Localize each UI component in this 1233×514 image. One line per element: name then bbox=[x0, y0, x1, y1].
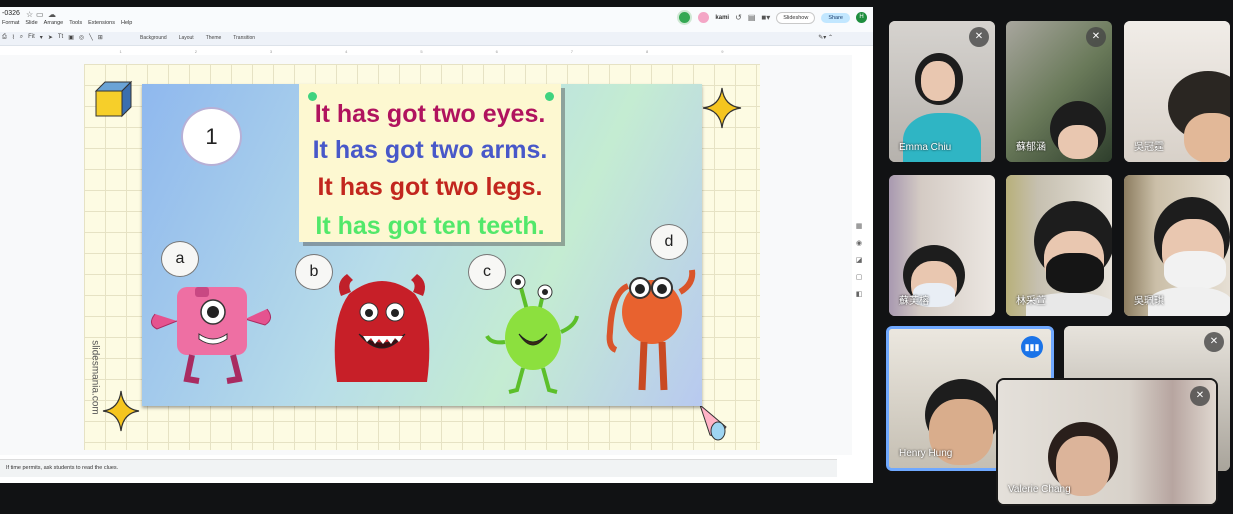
clue-teeth: It has got ten teeth. bbox=[315, 212, 545, 240]
menu-format[interactable]: Format bbox=[2, 20, 19, 26]
speaker-notes-text: If time permits, ask students to read th… bbox=[6, 465, 119, 471]
participant-tile[interactable]: 蘇芙榕 bbox=[889, 175, 995, 316]
share-button[interactable]: Share bbox=[821, 12, 850, 23]
toolbar-collapse: ✎▾ ⌃ bbox=[818, 34, 833, 41]
clue-card[interactable]: It has got two eyes. It has got two arms… bbox=[299, 84, 561, 242]
clue-eyes: It has got two eyes. bbox=[314, 100, 546, 128]
participant-name: 吳珮琪 bbox=[1134, 296, 1164, 307]
collaborator-avatar[interactable] bbox=[698, 12, 710, 23]
transition-button[interactable]: Transition bbox=[233, 35, 255, 41]
zoom-icon[interactable]: ⌕ bbox=[20, 34, 23, 41]
sparkle-decoration-top bbox=[702, 87, 742, 129]
theme-button[interactable]: Theme bbox=[206, 35, 222, 41]
menu-extensions[interactable]: Extensions bbox=[88, 20, 115, 26]
menu-bar: -0326 ☆ ▭ ☁ Format Slide Arrange Tools E… bbox=[0, 7, 873, 32]
menu-arrange[interactable]: Arrange bbox=[44, 20, 64, 26]
participant-name: Henry Hung bbox=[899, 448, 953, 459]
shape-icon[interactable]: ◎ bbox=[79, 34, 84, 41]
pen-icon[interactable]: ✎▾ bbox=[818, 35, 826, 41]
monster-a bbox=[151, 287, 271, 384]
toolbar-slide-actions: Background Layout Theme Transition bbox=[140, 35, 255, 41]
mic-off-icon: ✕ bbox=[969, 27, 989, 47]
participant-tile[interactable]: 林采萱 bbox=[1006, 175, 1112, 316]
participant-name: Emma Chiu bbox=[899, 142, 952, 153]
select-icon[interactable]: ➤ bbox=[48, 34, 53, 41]
participant-name: 蘇芙榕 bbox=[899, 296, 929, 307]
comment-icon[interactable]: ▤ bbox=[748, 13, 756, 22]
speaker-notes[interactable]: If time permits, ask students to read th… bbox=[0, 459, 837, 477]
participant-name: 林采萱 bbox=[1016, 296, 1046, 307]
chevron-up-icon[interactable]: ⌃ bbox=[828, 35, 833, 41]
cube-decoration bbox=[94, 80, 133, 118]
menu-help[interactable]: Help bbox=[121, 20, 132, 26]
kami-extension-button[interactable]: kami bbox=[715, 15, 729, 21]
calendar-icon[interactable]: ▦ bbox=[856, 222, 863, 230]
slide-number-badge: 1 bbox=[181, 107, 242, 166]
monster-b bbox=[334, 274, 430, 382]
keep-icon[interactable]: ◉ bbox=[856, 239, 862, 247]
participant-tile[interactable]: ✕ Emma Chiu bbox=[889, 21, 995, 162]
maps-icon[interactable]: ◧ bbox=[856, 290, 863, 298]
cloud-icon: ☁ bbox=[48, 10, 56, 19]
star-icon[interactable]: ☆ bbox=[26, 10, 33, 19]
menu-items: Format Slide Arrange Tools Extensions He… bbox=[2, 20, 132, 26]
text-box-icon[interactable]: Tt bbox=[58, 34, 63, 41]
account-avatar[interactable]: H bbox=[856, 12, 867, 23]
monster-c bbox=[485, 274, 579, 394]
toolbar-tools: ⎙ ⌇ ⌕ Fit ▾ ➤ Tt ▣ ◎ ╲ ⊞ bbox=[2, 34, 103, 41]
mic-off-icon: ✕ bbox=[1190, 386, 1210, 406]
participant-tile[interactable]: ✕ 蘇郁涵 bbox=[1006, 21, 1112, 162]
clue-legs: It has got two legs. bbox=[317, 173, 543, 201]
clue-arms: It has got two arms. bbox=[312, 136, 548, 164]
participant-tile[interactable]: 吳冠霆 bbox=[1124, 21, 1230, 162]
slide[interactable]: slidesmania.com 1 It has got two eyes. I… bbox=[84, 64, 760, 450]
background-button[interactable]: Background bbox=[140, 35, 167, 41]
line-icon[interactable]: ╲ bbox=[89, 34, 93, 41]
slides-editor-window: -0326 ☆ ▭ ☁ Format Slide Arrange Tools E… bbox=[0, 7, 873, 483]
tasks-icon[interactable]: ◪ bbox=[856, 256, 863, 264]
sparkle-decoration-bottom bbox=[102, 390, 140, 432]
toolbar: ⎙ ⌇ ⌕ Fit ▾ ➤ Tt ▣ ◎ ╲ ⊞ Background Layo… bbox=[0, 32, 873, 46]
chevron-down-icon[interactable]: ▾ bbox=[40, 34, 43, 41]
participant-name: 吳冠霆 bbox=[1134, 142, 1164, 153]
mic-off-icon: ✕ bbox=[1204, 332, 1224, 352]
monster-d bbox=[606, 269, 696, 391]
meet-call-icon[interactable] bbox=[677, 10, 693, 25]
header-controls: kami ↺ ▤ ■▾ Slideshow Share H bbox=[677, 10, 867, 25]
history-icon[interactable]: ↺ bbox=[735, 13, 742, 22]
slideshow-button[interactable]: Slideshow bbox=[776, 11, 816, 24]
camera-icon[interactable]: ■▾ bbox=[761, 13, 770, 22]
image-icon[interactable]: ▣ bbox=[68, 34, 74, 41]
folder-icon[interactable]: ▭ bbox=[36, 10, 44, 19]
menu-tools[interactable]: Tools bbox=[69, 20, 82, 26]
participant-name: Valerie Chang bbox=[1008, 484, 1071, 495]
paint-format-icon[interactable]: ⌇ bbox=[12, 34, 15, 41]
layout-button[interactable]: Layout bbox=[179, 35, 194, 41]
watermark: slidesmania.com bbox=[89, 340, 101, 415]
slide-content-panel: 1 It has got two eyes. It has got two ar… bbox=[142, 84, 702, 406]
comment-add-icon[interactable]: ⊞ bbox=[98, 34, 103, 41]
participant-name: 蘇郁涵 bbox=[1016, 142, 1046, 153]
menu-slide[interactable]: Slide bbox=[25, 20, 37, 26]
document-title[interactable]: -0326 bbox=[2, 10, 20, 17]
ruler: 123456789 bbox=[119, 49, 724, 54]
participant-tile[interactable]: 吳珮琪 bbox=[1124, 175, 1230, 316]
print-icon[interactable]: ⎙ bbox=[2, 34, 7, 41]
audio-level-icon: ▮▮▮ bbox=[1021, 336, 1043, 358]
side-panel-icons: ▦ ◉ ◪ ▢ ◧ bbox=[852, 222, 866, 298]
contacts-icon[interactable]: ▢ bbox=[856, 273, 863, 281]
mic-off-icon: ✕ bbox=[1086, 27, 1106, 47]
self-view-tile[interactable]: ✕ Valerie Chang bbox=[998, 380, 1216, 504]
label-d: d bbox=[650, 224, 688, 260]
zoom-select[interactable]: Fit bbox=[28, 34, 35, 41]
